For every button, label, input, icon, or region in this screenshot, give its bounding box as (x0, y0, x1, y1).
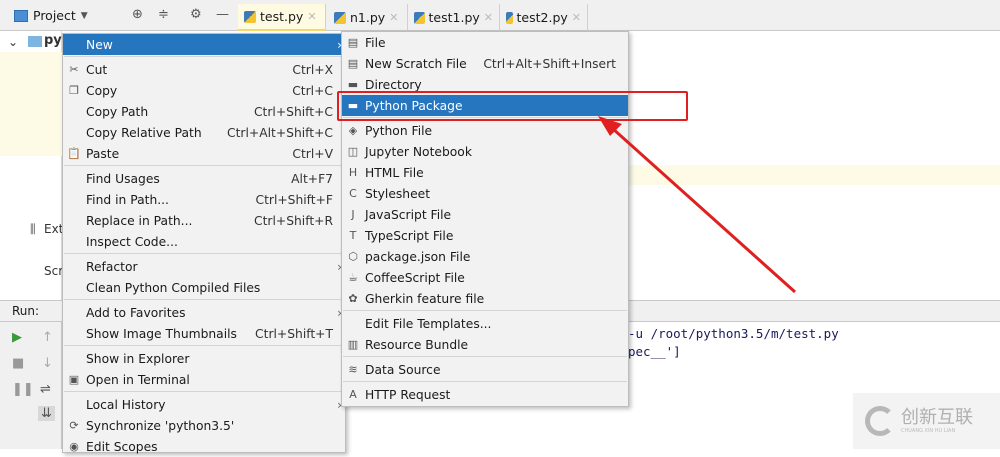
watermark: 创新互联 CHUANG XIN HU LIAN (853, 393, 1000, 449)
watermark-logo (865, 406, 895, 436)
watermark-text: 创新互联 (901, 407, 973, 428)
annotation-arrow (598, 116, 797, 294)
watermark-subtext: CHUANG XIN HU LIAN (901, 428, 956, 434)
